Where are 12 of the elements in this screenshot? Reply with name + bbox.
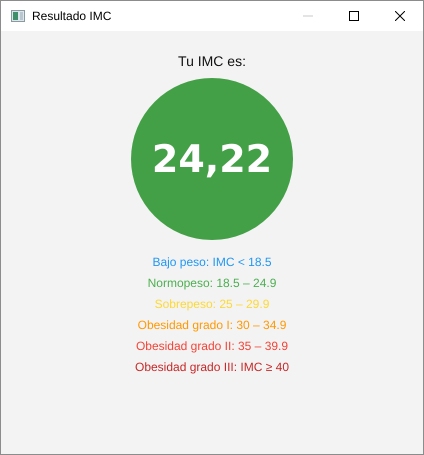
category-label: Normopeso: 18.5 – 24.9: [148, 275, 276, 292]
category-label: Bajo peso: IMC < 18.5: [152, 254, 272, 271]
maximize-icon: [349, 11, 359, 21]
category-label: Obesidad grado III: IMC ≥ 40: [135, 359, 289, 376]
app-icon: [11, 10, 25, 22]
result-heading: Tu IMC es:: [178, 53, 246, 69]
category-label: Obesidad grado II: 35 – 39.9: [136, 338, 288, 355]
window-title: Resultado IMC: [32, 9, 112, 23]
bmi-value: 24,22: [152, 137, 272, 181]
category-label: Obesidad grado I: 30 – 34.9: [138, 317, 286, 334]
category-label: Sobrepeso: 25 – 29.9: [154, 296, 270, 313]
close-icon: [395, 11, 405, 21]
